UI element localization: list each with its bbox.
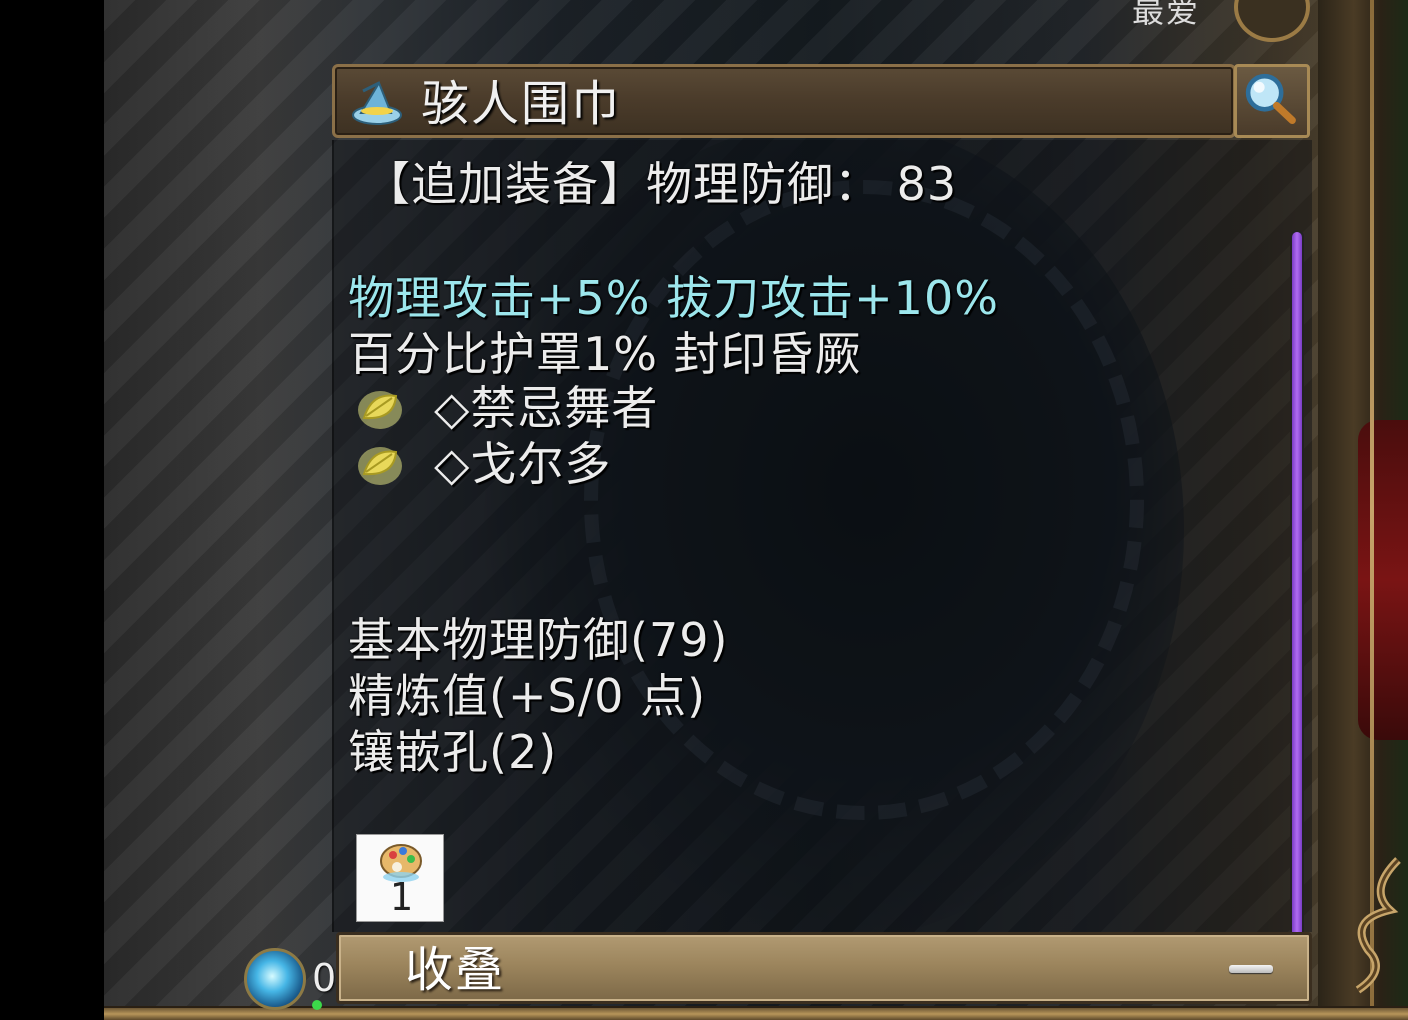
tooltip-scrollbar[interactable] bbox=[1290, 230, 1304, 994]
item-tooltip-panel: 骇人围巾 【追加装备】物理防御： 83 物理攻击+5% 拔刀攻击+10% 百分比… bbox=[332, 64, 1312, 1004]
item-name: 骇人围巾 bbox=[421, 76, 622, 132]
equip-slot-line: 【追加装备】物理防御： 83 bbox=[364, 157, 958, 211]
set-item-name: ◇戈尔多 bbox=[434, 437, 612, 491]
base-defense-line: 基本物理防御(79) bbox=[348, 613, 729, 667]
tooltip-title-bar: 骇人围巾 bbox=[332, 64, 1236, 138]
yellow-leaf-gem-icon bbox=[358, 447, 402, 485]
orb-count: 0 bbox=[312, 956, 337, 1000]
corner-ornament-icon bbox=[1355, 857, 1401, 994]
card-count: 1 bbox=[389, 875, 413, 919]
background-red-banner bbox=[1358, 420, 1408, 740]
refine-line: 精炼值(+S/0 点) bbox=[348, 669, 707, 723]
collapse-label: 收叠 bbox=[405, 942, 506, 998]
minus-icon bbox=[1229, 965, 1273, 973]
frame-bottom-border bbox=[104, 1006, 1408, 1020]
blue-orb-icon[interactable] bbox=[244, 948, 306, 1010]
inspect-button[interactable] bbox=[1234, 64, 1310, 138]
magnifier-icon bbox=[1245, 73, 1296, 124]
bonus-line-1: 物理攻击+5% 拔刀攻击+10% bbox=[348, 271, 999, 325]
collapse-button[interactable]: 收叠 bbox=[336, 932, 1312, 1004]
favorites-label[interactable]: 最爱 bbox=[1132, 0, 1200, 32]
sockets-line: 镶嵌孔(2) bbox=[348, 725, 558, 779]
yellow-leaf-gem-icon bbox=[358, 391, 402, 429]
status-dot bbox=[312, 1000, 322, 1010]
bonus-line-2: 百分比护罩1% 封印昏厥 bbox=[348, 327, 862, 381]
scrollbar-thumb[interactable] bbox=[1292, 232, 1302, 964]
card-slot[interactable]: 1 bbox=[356, 834, 444, 922]
tooltip-body: 【追加装备】物理防御： 83 物理攻击+5% 拔刀攻击+10% 百分比护罩1% … bbox=[332, 140, 1312, 994]
set-item-name: ◇禁忌舞者 bbox=[434, 381, 659, 435]
wizard-hat-icon bbox=[352, 80, 402, 125]
